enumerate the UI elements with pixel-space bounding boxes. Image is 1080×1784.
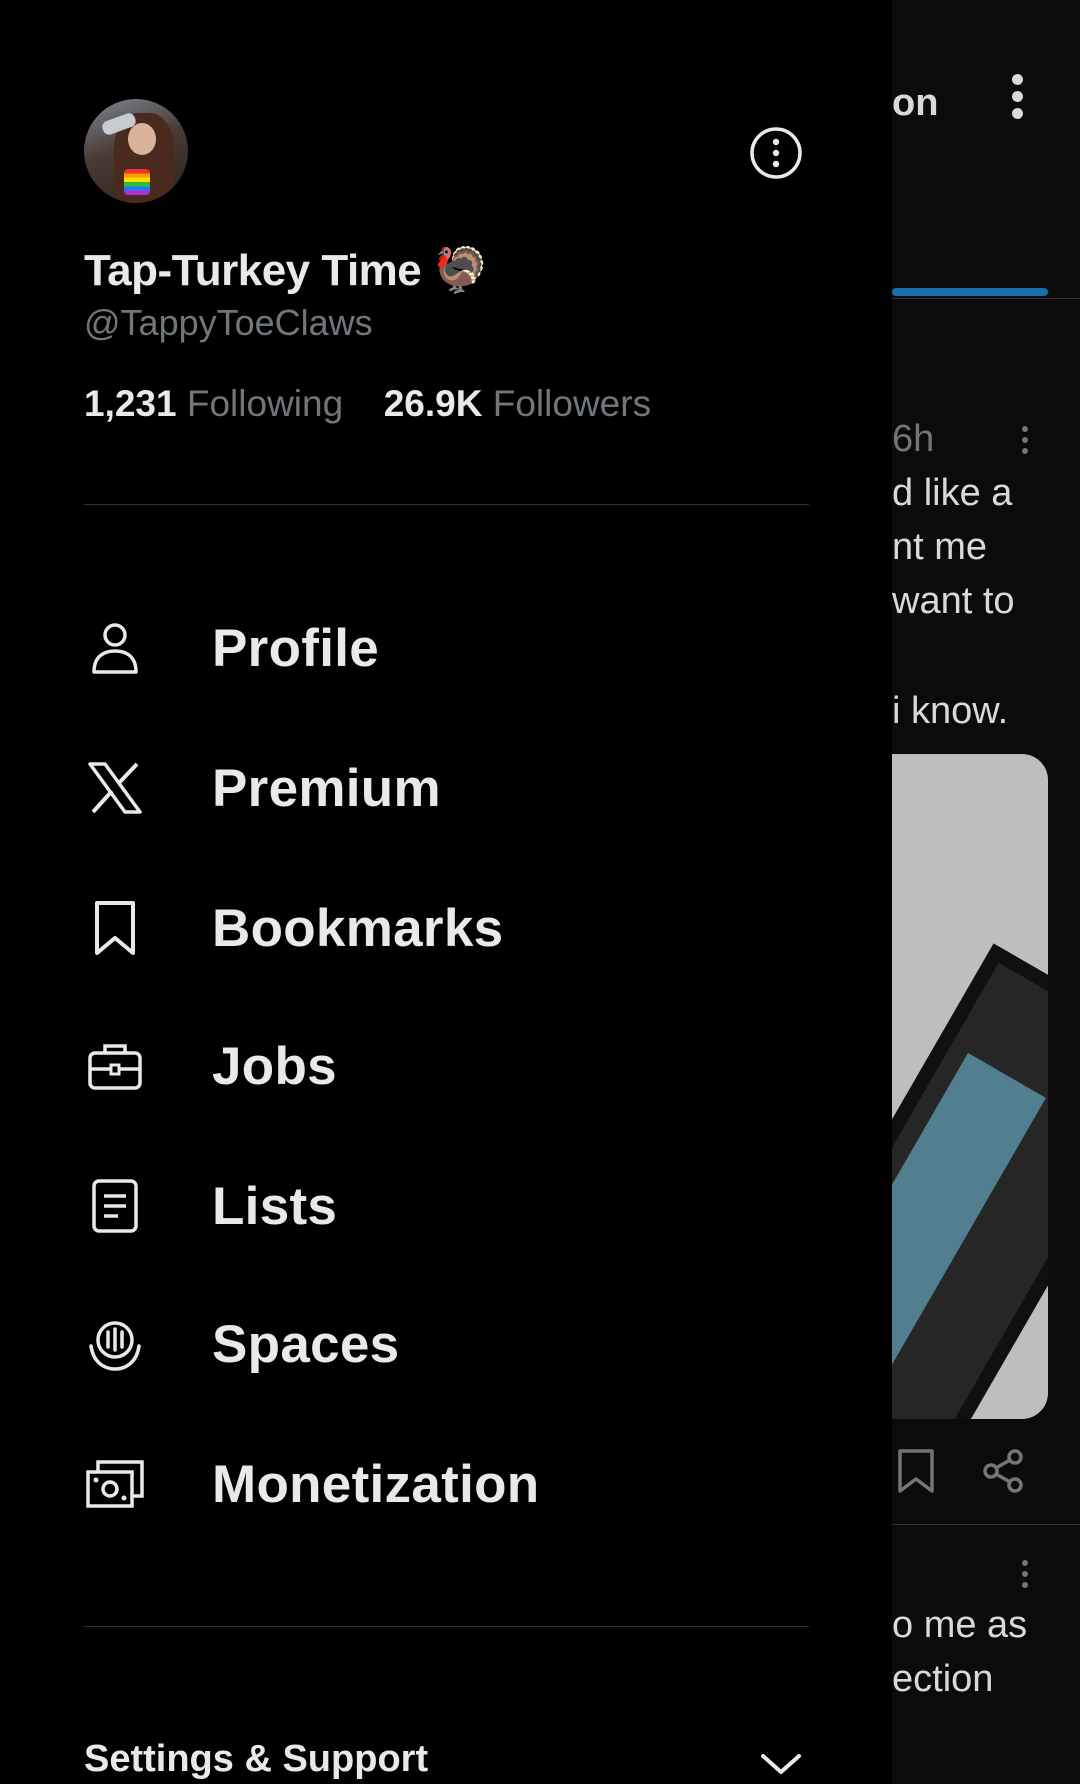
menu-item-spaces[interactable]: Spaces (84, 1296, 804, 1392)
tweet-text-line: nt me (892, 526, 988, 568)
spaces-icon (84, 1313, 146, 1375)
following-count: 1,231 (84, 383, 177, 424)
list-icon (84, 1175, 146, 1237)
tweet-media-image[interactable] (892, 754, 1048, 1419)
followers-link[interactable]: 26.9K Followers (373, 383, 651, 424)
feed-divider (892, 298, 1080, 299)
bookmark-icon[interactable] (896, 1448, 936, 1494)
menu-item-profile[interactable]: Profile (84, 600, 804, 696)
following-link[interactable]: 1,231 Following (84, 383, 353, 424)
chevron-down-icon[interactable] (760, 1752, 802, 1776)
settings-support-toggle[interactable]: Settings & Support (84, 1738, 428, 1781)
briefcase-icon (84, 1035, 146, 1097)
divider (84, 1626, 809, 1627)
menu-item-bookmarks[interactable]: Bookmarks (84, 880, 804, 976)
menu-item-label: Lists (212, 1176, 338, 1236)
share-icon[interactable] (980, 1448, 1026, 1494)
menu-item-label: Profile (212, 618, 380, 678)
avatar[interactable] (84, 99, 188, 203)
follow-stats: 1,231 Following 26.9K Followers (84, 383, 651, 425)
tweet-more-icon[interactable] (1022, 1560, 1028, 1593)
feed-divider (892, 1524, 1080, 1525)
navigation-drawer: Tap-Turkey Time 🦃 @TappyToeClaws 1,231 F… (0, 0, 892, 1784)
menu-item-monetization[interactable]: Monetization (84, 1436, 804, 1532)
menu-item-premium[interactable]: Premium (84, 740, 804, 836)
tweet-text-line: ection (892, 1658, 994, 1700)
background-feed: on 6h d like a nt me want to i know. o m… (892, 0, 1080, 1784)
tweet-text-line: o me as (892, 1604, 1028, 1646)
money-icon (84, 1453, 146, 1515)
tweet-text-line: want to (892, 580, 1015, 622)
menu-item-label: Premium (212, 758, 441, 818)
person-icon (84, 617, 146, 679)
tweet-text-line: d like a (892, 472, 1013, 514)
followers-count: 26.9K (383, 383, 483, 424)
following-label: Following (186, 383, 344, 424)
menu-item-label: Spaces (212, 1314, 400, 1374)
user-handle[interactable]: @TappyToeClaws (84, 302, 373, 344)
feed-more-icon[interactable] (1012, 74, 1026, 125)
feed-header-title: on (892, 82, 939, 124)
menu-item-label: Jobs (212, 1036, 337, 1096)
more-options-icon[interactable] (749, 126, 803, 180)
tweet-text-line: i know. (892, 690, 1009, 732)
menu-item-lists[interactable]: Lists (84, 1158, 804, 1254)
divider (84, 504, 809, 505)
tweet-more-icon[interactable] (1022, 426, 1028, 459)
menu-item-jobs[interactable]: Jobs (84, 1018, 804, 1114)
tweet-time: 6h (892, 418, 935, 460)
menu-item-label: Monetization (212, 1454, 540, 1514)
followers-label: Followers (492, 383, 652, 424)
display-name[interactable]: Tap-Turkey Time 🦃 (84, 244, 488, 296)
feed-tab-indicator (892, 288, 1048, 296)
menu-item-label: Bookmarks (212, 898, 504, 958)
bookmark-icon (84, 897, 146, 959)
x-logo-icon (84, 757, 146, 819)
